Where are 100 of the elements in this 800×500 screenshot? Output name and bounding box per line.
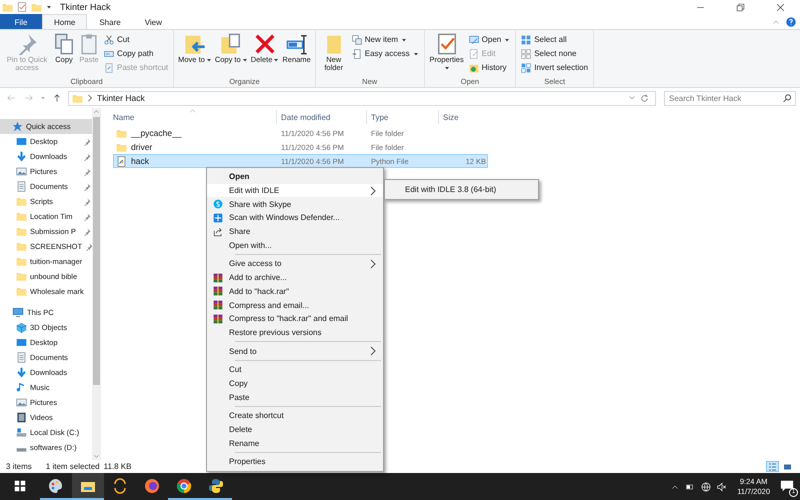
menu-item[interactable]: Open: [207, 170, 383, 184]
menu-item[interactable]: Delete: [207, 422, 383, 436]
ribbon-button[interactable]: Easy access: [350, 47, 421, 60]
menu-item[interactable]: Restore previous versions: [207, 326, 383, 340]
skype-icon: [213, 199, 223, 210]
battery-icon[interactable]: [685, 482, 696, 490]
close-icon: [776, 2, 784, 12]
ribbon-button[interactable]: Open: [466, 33, 512, 46]
search-field[interactable]: Search Tkinter Hack: [664, 90, 796, 106]
history-icon: [468, 62, 479, 72]
folder-icon: [16, 256, 27, 267]
shield-icon: [213, 212, 223, 223]
ribbon-button[interactable]: History: [466, 61, 512, 74]
pin-icon: [83, 228, 91, 236]
cube-icon: [16, 322, 27, 333]
menu-item[interactable]: Give access to: [207, 257, 383, 271]
selection-info: 1 item selected: [46, 462, 100, 471]
copy-path-icon: [104, 48, 114, 58]
ribbon-tab[interactable]: Share: [87, 14, 133, 29]
ribbon-button[interactable]: New item: [350, 33, 421, 46]
menu-item[interactable]: Edit with IDLE 3.8 (64-bit): [385, 182, 538, 197]
scissors-icon: [104, 34, 114, 44]
menu-item[interactable]: Add to "hack.rar": [207, 284, 383, 298]
new-item-icon: [352, 34, 362, 44]
window-title: Tkinter Hack: [60, 2, 111, 12]
star-icon: [12, 121, 23, 132]
ribbon-button[interactable]: Select none: [519, 47, 590, 60]
shortcut-icon: [104, 62, 114, 72]
python-logo-icon: [208, 478, 224, 494]
music-note-icon: [16, 382, 27, 393]
ribbon-button[interactable]: Cut: [102, 33, 170, 46]
archive-icon: [213, 314, 223, 324]
fox-globe-icon: [144, 478, 160, 494]
taskbar-app-button[interactable]: [72, 473, 104, 500]
menu-item[interactable]: Share with Skype: [207, 197, 383, 212]
notification-icon[interactable]: [780, 478, 794, 492]
caret-icon: [46, 4, 52, 10]
column-header[interactable]: Date modified: [276, 110, 366, 124]
folder-arrow-icon: [184, 33, 206, 55]
file-name: hack: [131, 156, 149, 166]
menu-item[interactable]: Create shortcut: [207, 409, 383, 423]
folder-icon: [16, 271, 27, 282]
chevron-right-icon: [369, 346, 377, 356]
details-view-button[interactable]: [766, 461, 779, 472]
column-header[interactable]: Type: [366, 110, 438, 124]
ribbon-button[interactable]: Invert selection: [519, 61, 590, 74]
breadcrumb[interactable]: Tkinter Hack: [97, 93, 145, 103]
folder-icon: [2, 2, 13, 12]
menu-item[interactable]: Compress and email...: [207, 298, 383, 312]
caret-icon: [242, 57, 248, 64]
scrollbar-thumb[interactable]: [93, 117, 100, 385]
rename-icon: [286, 33, 308, 55]
menu-item[interactable]: Edit with IDLE: [207, 184, 383, 198]
sort-caret-icon: [189, 108, 196, 113]
pin-icon: [16, 33, 38, 55]
menu-item[interactable]: Properties: [207, 455, 383, 469]
folder-icon: [72, 92, 83, 104]
help-icon[interactable]: [786, 16, 796, 26]
globe-icon[interactable]: [701, 482, 712, 492]
column-header[interactable]: Name: [113, 110, 276, 124]
column-header[interactable]: Size: [438, 110, 485, 124]
pin-icon: [83, 182, 91, 190]
address-bar[interactable]: Tkinter Hack: [68, 90, 656, 106]
caret-icon: [206, 57, 212, 64]
delete-icon: [254, 33, 276, 55]
caret-icon: [444, 64, 450, 71]
pin-icon: [83, 168, 91, 176]
ribbon-tab[interactable]: File: [0, 14, 42, 29]
menu-item[interactable]: Copy: [207, 376, 383, 390]
arrow-left-icon: [6, 93, 16, 103]
ribbon-tab[interactable]: View: [132, 14, 174, 29]
desktop-icon: [16, 136, 27, 147]
ribbon-button[interactable]: Select all: [519, 33, 590, 46]
chrome-logo-icon: [176, 478, 192, 494]
chevron-right-icon: [87, 94, 93, 102]
download-arrow-icon: [16, 367, 27, 378]
archive-icon: [213, 300, 223, 310]
caret-icon: [504, 36, 510, 42]
menu-item[interactable]: Send to: [207, 344, 383, 358]
menu-item[interactable]: Open with...: [207, 238, 383, 252]
item-count: 3 items: [6, 462, 32, 471]
selection-size: 11.8 KB: [104, 462, 132, 471]
menu-item[interactable]: Scan with Windows Defender...: [207, 211, 383, 225]
menu-item[interactable]: Share: [207, 224, 383, 238]
ribbon-button[interactable]: Copy path: [102, 47, 170, 60]
chevron-down-icon: [628, 94, 636, 102]
menu-item[interactable]: Paste: [207, 390, 383, 404]
menu-item[interactable]: Cut: [207, 362, 383, 377]
archive-icon: [213, 286, 223, 296]
checklist-icon: [436, 33, 458, 55]
menu-item[interactable]: Rename: [207, 436, 383, 450]
menu-item[interactable]: Add to archive...: [207, 270, 383, 284]
ribbon-tab[interactable]: Home: [42, 14, 88, 29]
refresh-icon[interactable]: [640, 94, 649, 102]
speaker-muted-icon[interactable]: [717, 482, 728, 492]
caret-icon: [273, 57, 280, 64]
folder-icon: [116, 128, 127, 138]
menu-item[interactable]: Compress to "hack.rar" and email: [207, 312, 383, 326]
picture-icon: [16, 166, 27, 177]
arrow-up-icon: [52, 93, 62, 103]
